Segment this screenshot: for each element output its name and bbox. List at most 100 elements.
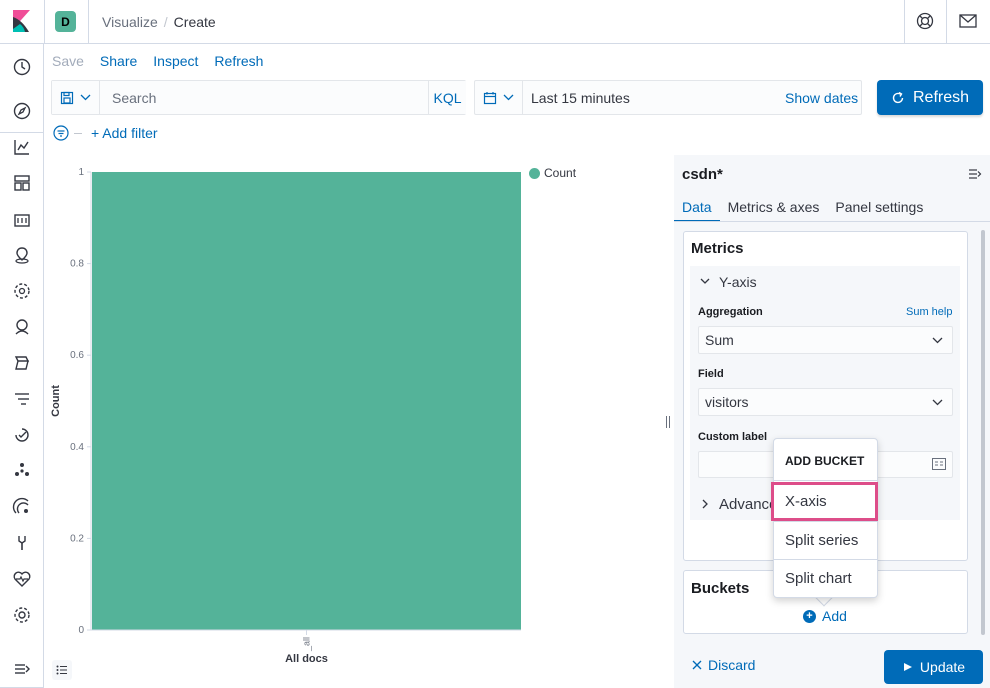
field-label: Field — [698, 368, 724, 380]
chevron-down-icon[interactable] — [700, 276, 710, 286]
field-value: visitors — [705, 394, 749, 410]
highlight-box — [771, 482, 878, 521]
mail-icon[interactable] — [959, 13, 977, 29]
y-tick-label: 0.8 — [70, 259, 84, 270]
clock-icon[interactable] — [12, 57, 32, 77]
menu-item-split-chart[interactable]: Split chart — [785, 570, 852, 587]
advanced-toggle[interactable]: Advanced — [719, 496, 773, 513]
saved-query-button[interactable] — [52, 81, 100, 114]
siem-icon[interactable] — [12, 497, 32, 517]
save-icon — [60, 91, 74, 104]
save-link[interactable]: Save — [52, 53, 84, 69]
refresh-link[interactable]: Refresh — [214, 53, 263, 69]
divider — [773, 480, 878, 481]
infrastructure-icon[interactable] — [12, 317, 32, 337]
date-quick-select[interactable] — [475, 81, 523, 114]
uptime-icon[interactable] — [12, 425, 32, 445]
space-avatar[interactable]: D — [55, 11, 76, 32]
divider — [773, 559, 878, 560]
breadcrumb: Visualize / Create — [102, 14, 216, 30]
buckets-title: Buckets — [691, 580, 750, 597]
tab-data[interactable]: Data — [674, 197, 720, 222]
chevron-down-icon — [503, 94, 514, 101]
graph-icon[interactable] — [12, 461, 32, 481]
divider — [74, 133, 82, 134]
tab-panel-settings[interactable]: Panel settings — [827, 197, 931, 222]
plus-circle-icon: + — [803, 609, 816, 623]
legend-toggle-button[interactable] — [52, 660, 72, 680]
bar[interactable] — [92, 172, 521, 630]
breadcrumb-separator: / — [163, 14, 168, 30]
add-bucket-button[interactable]: + Add — [803, 608, 847, 624]
inspect-link[interactable]: Inspect — [153, 53, 198, 69]
ml-icon[interactable] — [12, 281, 32, 301]
side-nav — [0, 44, 44, 688]
y-axis: 0 0.2 0.4 0.6 0.8 1 Count — [50, 167, 92, 636]
refresh-icon — [892, 91, 904, 103]
custom-label-label: Custom label — [698, 431, 768, 443]
visualize-icon[interactable] — [12, 137, 32, 157]
query-bar: KQL — [51, 80, 466, 115]
update-button[interactable]: Update — [884, 650, 983, 684]
panel-resize-handle[interactable] — [665, 415, 671, 429]
divider — [904, 0, 905, 44]
refresh-button[interactable]: Refresh — [877, 80, 983, 115]
breadcrumb-visualize[interactable]: Visualize — [102, 14, 158, 30]
date-range-text[interactable]: Last 15 minutes — [531, 90, 630, 106]
logs-icon[interactable] — [12, 353, 32, 373]
canvas-icon[interactable] — [12, 209, 32, 229]
discover-icon[interactable] — [12, 101, 32, 121]
divider — [946, 0, 947, 44]
discard-label: Discard — [708, 657, 756, 673]
maps-icon[interactable] — [12, 245, 32, 265]
cross-icon — [692, 660, 702, 670]
refresh-button-label: Refresh — [912, 88, 970, 106]
sum-help-link[interactable]: Sum help — [906, 306, 952, 318]
discard-button[interactable]: Discard — [692, 657, 755, 673]
chevron-down-icon — [80, 94, 91, 101]
y-tick-label: 0.6 — [70, 350, 84, 361]
category-label: All docs — [285, 653, 328, 665]
yaxis-accordion-label[interactable]: Y-axis — [719, 274, 757, 290]
metrics-title: Metrics — [691, 240, 744, 257]
add-filter-link[interactable]: + Add filter — [91, 125, 158, 141]
divider — [88, 0, 89, 44]
bar-chart: 0 0.2 0.4 0.6 0.8 1 Count _allAll docs — [50, 167, 521, 665]
chevron-down-icon — [932, 337, 943, 344]
list-icon — [56, 665, 67, 675]
monitoring-icon[interactable] — [12, 569, 32, 589]
apm-icon[interactable] — [12, 389, 32, 409]
dev-tools-icon[interactable] — [12, 533, 32, 553]
y-tick-label: 0 — [78, 625, 84, 636]
y-tick-label: 0.4 — [70, 442, 84, 453]
bars — [92, 172, 521, 630]
legend-item-count[interactable]: Count — [544, 166, 576, 180]
calendar-icon — [483, 91, 497, 104]
scrollbar[interactable] — [981, 230, 985, 635]
play-icon — [903, 663, 912, 671]
aggregation-select[interactable]: Sum — [698, 326, 953, 354]
chevron-down-icon — [932, 399, 943, 406]
tab-metrics-axes[interactable]: Metrics & axes — [720, 197, 828, 222]
legend-color-dot[interactable] — [529, 168, 540, 179]
search-input[interactable] — [100, 81, 428, 114]
kql-language-button[interactable]: KQL — [428, 81, 466, 114]
share-link[interactable]: Share — [100, 53, 137, 69]
filter-options-icon[interactable] — [53, 125, 69, 141]
aggregation-value: Sum — [705, 332, 734, 348]
menu-item-split-series[interactable]: Split series — [785, 532, 858, 549]
show-dates-link[interactable]: Show dates — [785, 90, 858, 106]
y-axis-title: Count — [50, 385, 62, 417]
collapse-nav-icon[interactable] — [12, 659, 32, 679]
collapse-sidebar-icon[interactable] — [968, 167, 982, 181]
help-icon[interactable] — [916, 12, 934, 30]
field-select[interactable]: visitors — [698, 388, 953, 416]
dashboard-icon[interactable] — [12, 173, 32, 193]
top-nav-menu: Save Share Inspect Refresh — [52, 53, 263, 69]
chevron-right-icon[interactable] — [700, 499, 710, 509]
update-label: Update — [919, 659, 966, 675]
kibana-logo[interactable] — [10, 10, 32, 32]
gear-icon[interactable] — [12, 605, 32, 625]
divider — [0, 132, 44, 133]
popover-title: ADD BUCKET — [785, 454, 865, 468]
